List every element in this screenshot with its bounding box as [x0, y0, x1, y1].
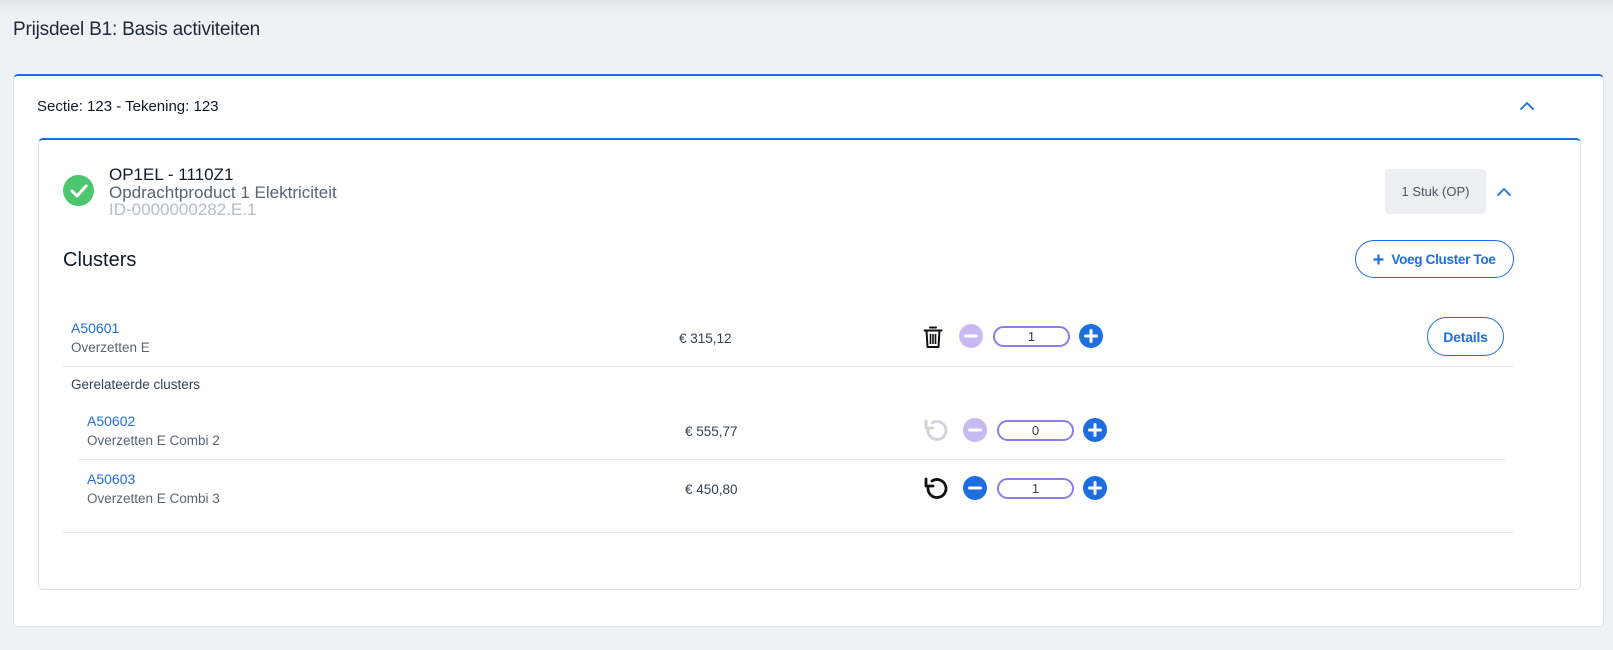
- quantity-field[interactable]: 1: [993, 326, 1070, 347]
- quantity-field[interactable]: 0: [997, 420, 1074, 441]
- top-shadow: [0, 0, 1613, 14]
- minus-circle-icon[interactable]: [959, 324, 983, 348]
- cluster-price: € 555,77: [685, 424, 738, 439]
- add-cluster-button[interactable]: Voeg Cluster Toe: [1355, 240, 1514, 278]
- cluster-code-link[interactable]: A50602: [87, 413, 220, 429]
- trash-icon[interactable]: [921, 325, 945, 349]
- minus-circle-icon[interactable]: [963, 418, 987, 442]
- product-panel: OP1EL - 1110Z1 Opdrachtproduct 1 Elektri…: [38, 138, 1581, 590]
- plus-circle-icon[interactable]: [1079, 324, 1103, 348]
- related-cluster-row: A50603 Overzetten E Combi 3: [87, 471, 220, 506]
- cluster-code-link[interactable]: A50601: [71, 320, 150, 336]
- divider: [63, 532, 1513, 533]
- cluster-description: Overzetten E Combi 2: [87, 433, 220, 448]
- product-collapse-chevron-up-icon[interactable]: [1497, 184, 1511, 198]
- plus-circle-icon[interactable]: [1083, 476, 1107, 500]
- unit-badge: 1 Stuk (OP): [1385, 169, 1486, 214]
- undo-icon[interactable]: [923, 476, 949, 502]
- cluster-price: € 315,12: [679, 331, 732, 346]
- plus-icon: [1373, 254, 1384, 264]
- details-button[interactable]: Details: [1427, 317, 1504, 356]
- quantity-field[interactable]: 1: [997, 478, 1074, 499]
- related-cluster-row: A50602 Overzetten E Combi 2: [87, 413, 220, 448]
- undo-icon: [923, 418, 949, 444]
- page-title: Prijsdeel B1: Basis activiteiten: [13, 19, 261, 40]
- related-clusters-label: Gerelateerde clusters: [71, 377, 201, 392]
- cluster-description: Overzetten E: [71, 340, 150, 355]
- section-collapse-chevron-up-icon[interactable]: [1520, 98, 1534, 112]
- cluster-description: Overzetten E Combi 3: [87, 491, 220, 506]
- check-circle-icon: [63, 175, 94, 206]
- section-title: Sectie: 123 - Tekening: 123: [37, 98, 219, 115]
- divider: [63, 366, 1513, 367]
- cluster-row: A50601 Overzetten E: [71, 320, 150, 355]
- divider: [79, 459, 1505, 460]
- plus-circle-icon[interactable]: [1083, 418, 1107, 442]
- section-panel: Sectie: 123 - Tekening: 123 OP1EL - 1110…: [13, 74, 1604, 627]
- product-code: OP1EL - 1110Z1: [109, 165, 234, 184]
- product-id: ID-0000000282.E.1: [109, 200, 257, 219]
- minus-circle-icon[interactable]: [963, 476, 987, 500]
- add-cluster-label: Voeg Cluster Toe: [1391, 251, 1496, 267]
- cluster-price: € 450,80: [685, 482, 738, 497]
- cluster-code-link[interactable]: A50603: [87, 471, 220, 487]
- clusters-title: Clusters: [63, 249, 137, 271]
